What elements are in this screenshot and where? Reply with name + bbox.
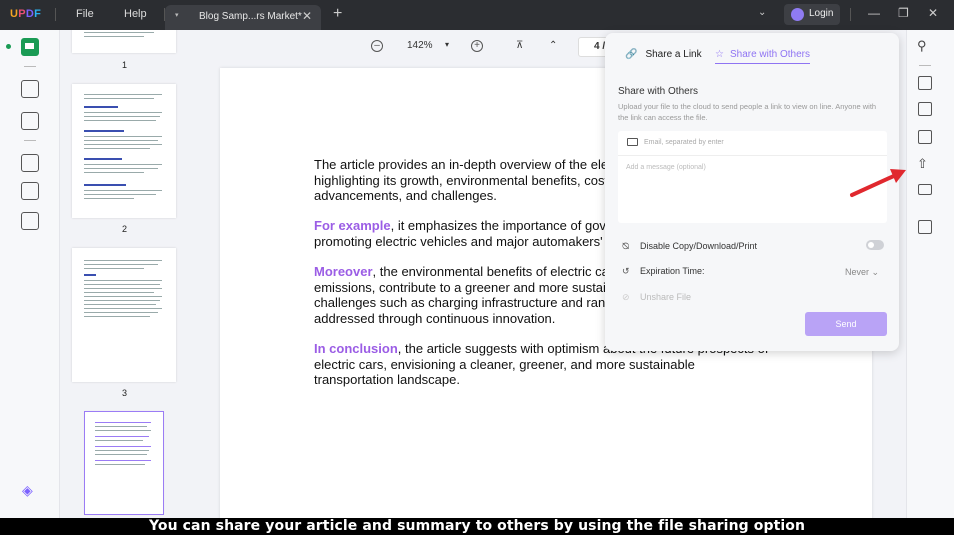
previous-page-icon[interactable]: ⌃ [549,40,557,51]
thumbnail-number: 1 [122,60,128,70]
chevron-down-icon[interactable]: ⌄ [758,7,766,18]
tab-dot-icon: ▾ [175,12,179,19]
users-icon: ☆ [715,49,724,60]
save-icon[interactable] [918,220,932,234]
crop-icon[interactable] [21,182,39,200]
page-thumbnail-2[interactable] [72,84,176,218]
keyword: Moreover [314,264,373,279]
tab-share-others[interactable]: ☆ Share with Others [715,49,811,64]
text-line: electric cars, envisioning a cleaner, gr… [314,356,695,372]
search-icon[interactable]: ⚲ [917,38,927,54]
message-field[interactable]: Add a message (optional) [626,164,706,171]
convert-file-icon[interactable] [918,102,932,116]
page-toolbar: – 142% ▾ + ⊼ ⌃ 4 / [360,37,610,58]
disable-copy-option: ⦰ Disable Copy/Download/Print [622,241,758,251]
first-page-icon[interactable]: ⊼ [516,40,523,51]
convert-icon[interactable] [21,212,39,230]
mail-icon[interactable] [918,184,932,195]
thumbnail-number: 3 [122,388,128,398]
page-thumbnail-4[interactable] [84,411,164,515]
keyword: In conclusion [314,341,398,356]
divider [919,65,931,66]
share-title: Share with Others [618,86,699,97]
expiration-select[interactable]: Never ⌄ [845,267,879,278]
history-icon: ↺ [622,266,630,276]
layers-icon[interactable]: ◈ [22,482,38,498]
page-thumbnail-1[interactable] [72,30,176,53]
document-tab[interactable]: ▾ Blog Samp...rs Market* ✕ [165,5,321,30]
link-icon: 🔗 [625,49,638,60]
caption-bar: You can share your article and summary t… [0,518,954,535]
tab-title: Blog Samp...rs Market* [199,11,302,22]
send-button[interactable]: Send [805,312,887,336]
mail-icon [627,138,638,146]
email-field[interactable]: Email, separated by enter [618,131,887,156]
text-line: transportation landscape. [314,372,460,387]
annotation-arrow [850,169,906,197]
share-icon[interactable]: ⇧ [917,156,928,172]
login-label: Login [809,8,834,19]
divider [24,66,36,67]
expiration-option: ↺ Expiration Time: [622,266,705,276]
restore-icon[interactable]: ❐ [898,6,909,20]
divider [55,8,56,21]
login-button[interactable]: Login [784,4,840,25]
zoom-out-icon[interactable]: – [371,40,383,52]
edit-pdf-icon[interactable] [21,112,39,130]
zoom-in-icon[interactable]: + [471,40,483,52]
divider [24,140,36,141]
thumbnail-panel: 1 2 3 [60,30,206,518]
avatar [791,8,804,21]
no-copy-icon: ⦰ [622,241,630,251]
close-tab-icon[interactable]: ✕ [302,9,312,23]
email-placeholder: Email, separated by enter [644,139,724,146]
right-toolbar: ⚲ ⇧ [906,30,954,518]
unlink-icon: ⊘ [622,292,630,302]
page-thumbnail-3[interactable] [72,248,176,382]
share-description: Upload your file to the cloud to send pe… [618,102,877,122]
tab-share-link[interactable]: 🔗 Share a Link [625,49,702,60]
minimize-icon[interactable]: — [868,6,880,20]
title-bar: UPDF File Help ▾ Blog Samp...rs Market* … [0,0,954,30]
organize-pages-icon[interactable] [21,154,39,172]
chevron-down-icon: ⌄ [871,267,880,277]
new-tab-icon[interactable]: + [333,5,342,23]
reader-mode-icon[interactable] [21,38,39,56]
app-window: UPDF File Help ▾ Blog Samp...rs Market* … [0,0,954,518]
disable-copy-toggle[interactable] [866,240,884,250]
zoom-dropdown-icon[interactable]: ▾ [445,40,449,49]
app-logo: UPDF [10,8,42,20]
close-window-icon[interactable]: ✕ [928,6,938,20]
thumbnail-number: 2 [122,224,128,234]
ocr-icon[interactable] [918,76,932,90]
protect-icon[interactable] [918,130,932,144]
keyword: For example [314,218,391,233]
left-toolbar: ◈ [0,30,60,518]
divider [850,8,851,21]
indicator-dot [6,44,11,49]
zoom-level[interactable]: 142% [407,40,433,51]
menu-help[interactable]: Help [124,8,147,20]
menu-file[interactable]: File [76,8,94,20]
comment-icon[interactable] [21,80,39,98]
unshare-option[interactable]: ⊘ Unshare File [622,292,691,303]
